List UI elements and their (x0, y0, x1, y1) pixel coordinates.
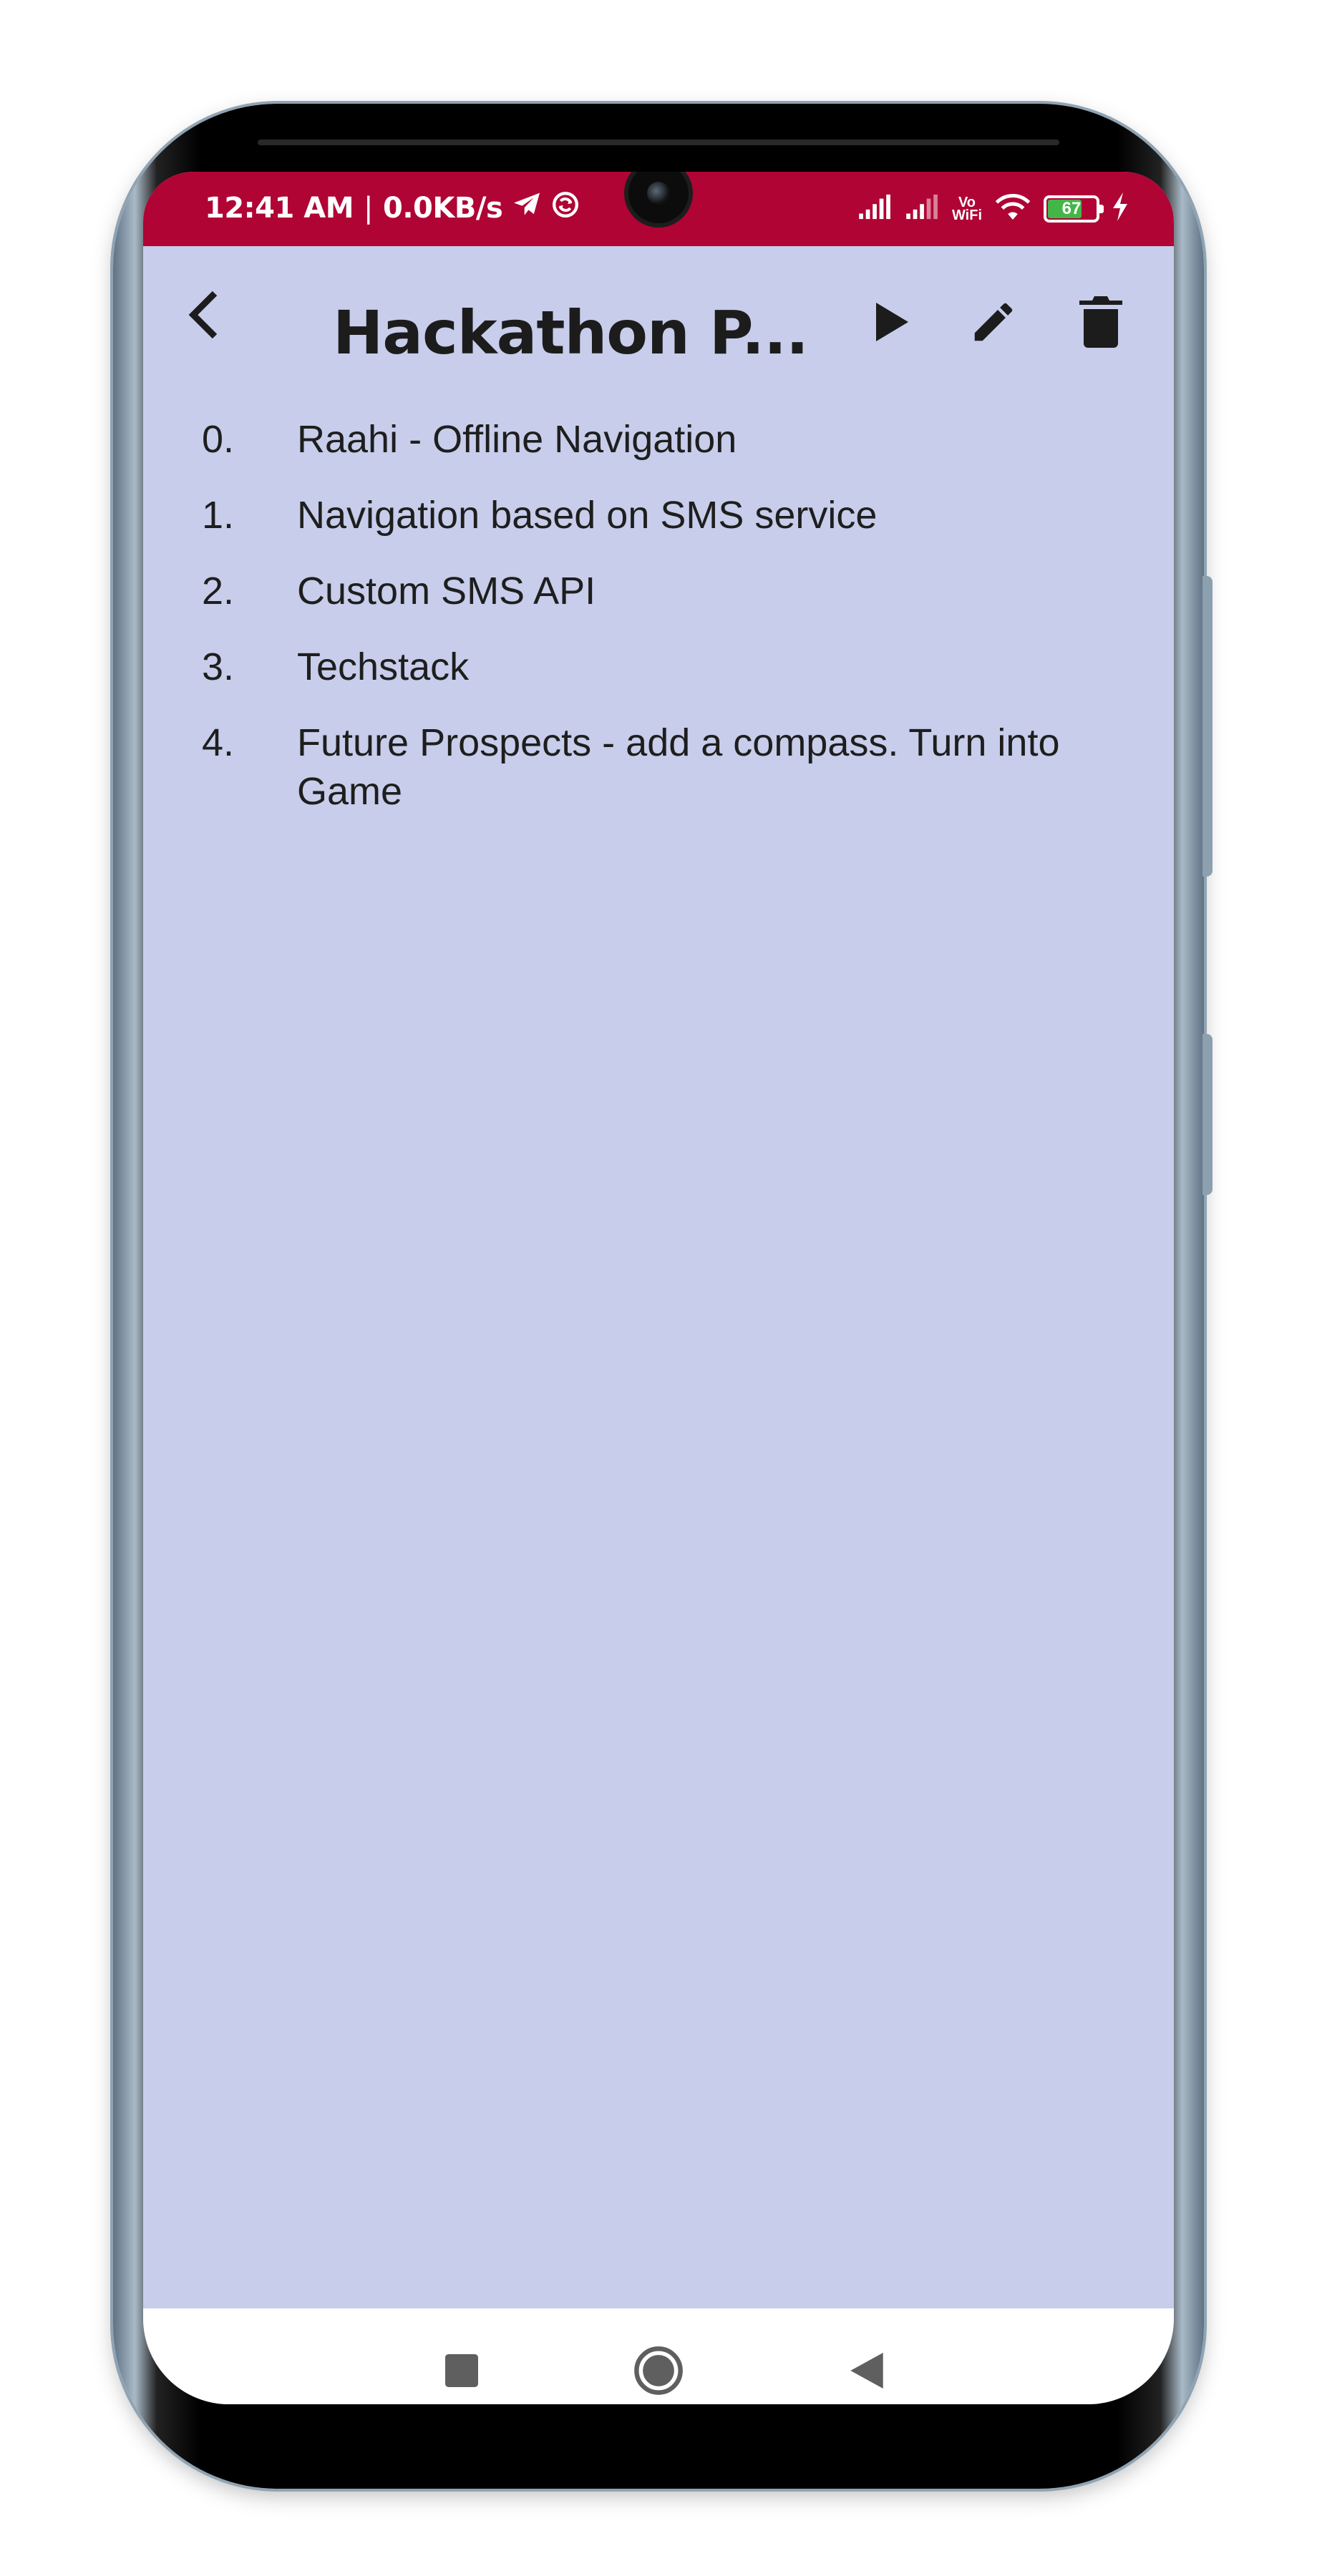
wifi-icon (993, 192, 1032, 225)
list-item-text: Techstack (297, 645, 470, 688)
list-item-text: Custom SMS API (297, 570, 596, 613)
vowifi-indicator: Vo WiFi (951, 194, 982, 223)
list-item-number: 2. (201, 570, 234, 613)
system-back-button[interactable] (835, 2338, 899, 2403)
charging-icon (1111, 192, 1129, 225)
list-item: 4. Future Prospects - add a compass. Tur… (143, 718, 1174, 816)
list-item-number: 0. (201, 418, 234, 461)
list-item-text: Future Prospects - add a compass. Turn i… (297, 721, 1060, 813)
status-data-speed: 0.0KB/s (383, 192, 503, 225)
list-item: 1. Navigation based on SMS service (143, 491, 1174, 540)
status-left: 12:41 AM | 0.0KB/s (205, 190, 580, 226)
power-button (1202, 1034, 1212, 1195)
signal-icon (857, 193, 893, 224)
app-bar: Hackathon P... (143, 246, 1174, 368)
page-title: Hackathon P... (333, 298, 809, 368)
list-item-number: 3. (201, 645, 234, 688)
square-icon (445, 2354, 478, 2387)
pencil-icon (974, 303, 1013, 341)
chevron-left-icon (188, 291, 218, 339)
status-time: 12:41 AM (205, 192, 354, 225)
list-item: 3. Techstack (143, 643, 1174, 691)
edit-button[interactable] (965, 293, 1022, 351)
list-item-text: Raahi - Offline Navigation (297, 418, 737, 461)
system-navigation-bar (143, 2308, 1174, 2404)
recents-button[interactable] (429, 2338, 494, 2403)
play-button[interactable] (862, 293, 920, 351)
triangle-left-icon (850, 2353, 883, 2389)
battery-level: 67 (1061, 198, 1082, 218)
circle-icon (634, 2346, 683, 2395)
phone-screen: 12:41 AM | 0.0KB/s Vo WiFi 67 Hackathon … (143, 172, 1174, 2404)
signal-icon (905, 193, 941, 224)
list-item: 0. Raahi - Offline Navigation (143, 415, 1174, 464)
trash-icon (1079, 296, 1122, 348)
list-item-text: Navigation based on SMS service (297, 494, 878, 537)
earpiece-speaker (258, 140, 1059, 145)
back-button[interactable] (175, 286, 233, 343)
front-camera (628, 172, 689, 223)
play-icon (876, 303, 908, 341)
sync-icon (551, 190, 580, 226)
home-button[interactable] (626, 2338, 691, 2403)
telegram-icon (512, 192, 541, 225)
status-separator: | (364, 192, 373, 225)
status-bar: 12:41 AM | 0.0KB/s Vo WiFi 67 (143, 172, 1174, 246)
list-item: 2. Custom SMS API (143, 567, 1174, 615)
list-item-number: 4. (201, 721, 234, 764)
volume-button (1202, 576, 1212, 877)
list-item-number: 1. (201, 494, 234, 537)
battery-icon: 67 (1044, 195, 1104, 223)
delete-button[interactable] (1072, 293, 1129, 351)
note-content: 0. Raahi - Offline Navigation 1. Navigat… (143, 415, 1174, 843)
status-right: Vo WiFi 67 (857, 192, 1129, 225)
